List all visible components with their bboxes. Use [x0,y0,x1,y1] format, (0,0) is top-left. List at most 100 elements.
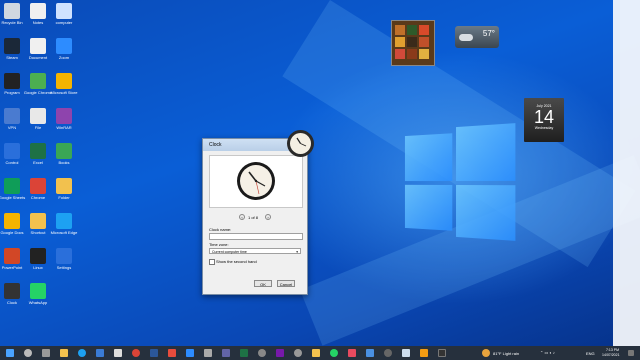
folder-icon[interactable] [312,349,320,357]
app-icon [4,73,20,89]
mail-icon[interactable] [114,349,122,357]
excel-icon[interactable] [240,349,248,357]
desktop[interactable]: Recycle Bin Notes computer Steam Document Zoo… [0,0,640,346]
vpn-icon [4,108,20,124]
desktop-icon[interactable]: Zoom [47,38,81,60]
photos-icon[interactable] [366,349,374,357]
desktop-sidebar [613,0,640,346]
shortcut-icon [30,213,46,229]
picture-puzzle-gadget[interactable] [391,20,435,66]
previous-clock-button[interactable]: ‹ [239,214,245,220]
taskbar-time[interactable]: 7:13 PM [606,348,619,352]
search-icon[interactable] [24,349,32,357]
zoom-icon [56,38,72,54]
clock-preview [209,155,303,208]
desktop-icon-label: computer [55,20,73,25]
desktop-icon-label: Microsoft Store [50,90,78,95]
recycle-bin-icon [4,3,20,19]
whatsapp-icon [30,283,46,299]
file-icon [30,3,46,19]
store-icon[interactable] [96,349,104,357]
sheets-icon [4,178,20,194]
store-icon [56,73,72,89]
desktop-icon[interactable]: computer [47,3,81,25]
next-clock-button[interactable]: › [265,214,271,220]
taskbar: 81°F Light rain ⌃ ▭ ◐ ♪ ENG 7:13 PM 14/0… [0,346,640,360]
folder-icon [56,178,72,194]
desktop-icon-label: Settings [56,265,72,270]
file-explorer-icon[interactable] [60,349,68,357]
edge-icon [56,213,72,229]
cloud-icon [459,34,473,41]
desktop-icon[interactable]: Microsoft Store [47,73,81,95]
desktop-icon[interactable]: Settings [47,248,81,270]
steam-icon [4,38,20,54]
whatsapp-icon[interactable] [330,349,338,357]
powerpoint-icon [4,248,20,264]
gear-icon[interactable] [294,349,302,357]
settings-icon[interactable] [258,349,266,357]
chevron-down-icon: ▾ [296,250,298,254]
calendar-gadget[interactable]: July 2021 14 Wednesday [524,98,564,142]
desktop-icon[interactable]: Folder [47,178,81,200]
paint-icon[interactable] [420,349,428,357]
calendar-weekday: Wednesday [534,126,554,130]
desktop-icon-label: Books [58,160,70,165]
second-hand-label: Show the second hand [216,259,257,264]
language-indicator[interactable]: ENG [586,351,595,356]
settings-icon [4,143,20,159]
computer-icon [56,3,72,19]
clock-icon [4,283,20,299]
zoom-icon[interactable] [186,349,194,357]
desktop-icon-label: Folder [58,195,70,200]
second-hand-checkbox[interactable] [209,259,215,265]
cancel-button[interactable]: Cancel [277,280,295,287]
chrome-icon [30,178,46,194]
taskbar-date[interactable]: 14/07/2021 [602,353,620,357]
settings-icon [56,248,72,264]
start-icon[interactable] [6,349,14,357]
timezone-select[interactable]: Current computer time ▾ [209,248,301,254]
weather-gadget[interactable]: 57° [455,26,499,48]
linux-icon [30,248,46,264]
app-icon[interactable] [204,349,212,357]
books-icon [56,143,72,159]
clock-gadget[interactable] [287,130,314,157]
snip-icon[interactable] [348,349,356,357]
file-icon [30,108,46,124]
excel-icon [30,143,46,159]
task-view-icon[interactable] [42,349,50,357]
clock-name-field[interactable] [209,233,303,240]
edge-icon[interactable] [78,349,86,357]
chrome-icon[interactable] [132,349,140,357]
word-icon[interactable] [150,349,158,357]
weather-icon[interactable] [482,349,490,357]
desktop-icon[interactable]: WhatsApp [21,283,55,305]
taskbar-weather[interactable]: 81°F Light rain [493,351,519,356]
notepad-icon[interactable] [402,349,410,357]
file-icon [30,38,46,54]
timezone-label: Time zone: [209,242,229,247]
calendar-day: 14 [533,107,555,127]
desktop-icon-label: WhatsApp [28,300,48,305]
desktop-icon-label: WinRAR [56,125,72,130]
docs-icon [4,213,20,229]
terminal-icon[interactable] [438,349,446,357]
camera-icon[interactable] [384,349,392,357]
chrome-icon [30,73,46,89]
onenote-icon[interactable] [276,349,284,357]
tray-icons[interactable]: ⌃ ▭ ◐ ♪ [540,350,555,355]
desktop-icon[interactable]: Books [47,143,81,165]
ok-button[interactable]: OK [254,280,272,287]
media-icon[interactable] [168,349,176,357]
notification-icon[interactable] [628,350,634,356]
desktop-icon[interactable]: Microsoft Edge [47,213,81,235]
desktop-icon[interactable]: WinRAR [47,108,81,130]
teams-icon[interactable] [222,349,230,357]
clock-face-icon [237,162,275,200]
clock-icon [296,137,307,147]
clock-name-label: Clock name: [209,227,232,232]
desktop-icon-label: Microsoft Edge [50,230,78,235]
clock-pager: 1 of 8 [248,215,259,220]
timezone-value: Current computer time [212,250,247,254]
